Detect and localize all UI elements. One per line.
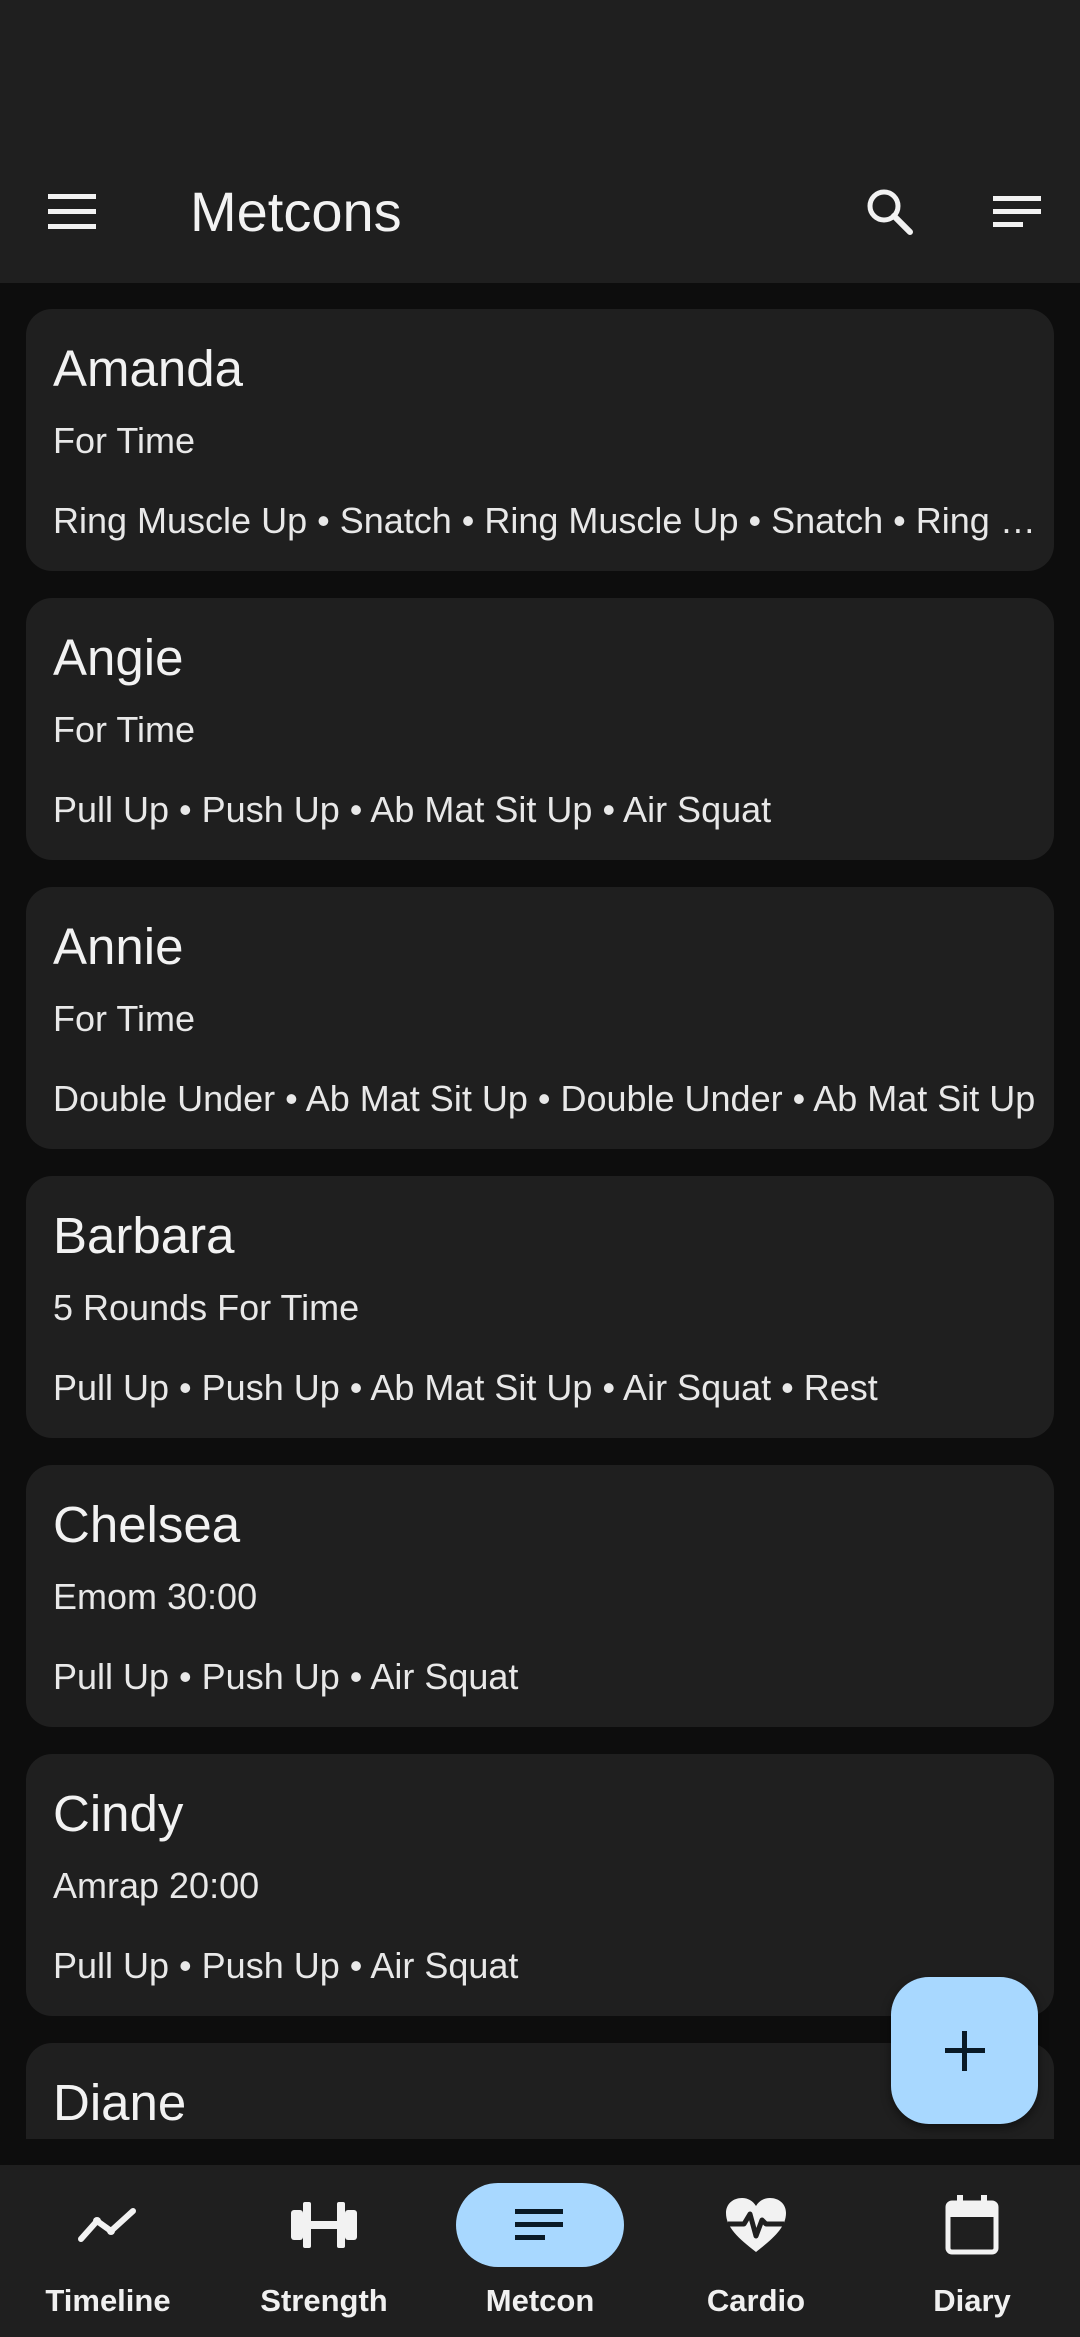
page-title: Metcons [190,180,402,243]
nav-icon-container [24,2183,192,2267]
metcon-name: Barbara [53,1207,235,1264]
search-icon [867,189,913,235]
metcon-card[interactable]: Barbara 5 Rounds For Time Pull Up • Push… [26,1176,1054,1438]
menu-icon [48,193,96,229]
nav-icon-container [888,2183,1056,2267]
metcon-card[interactable]: Amanda For Time Ring Muscle Up • Snatch … [26,309,1054,571]
menu-button[interactable] [19,140,129,283]
nav-item-cardio[interactable]: Cardio [648,2165,864,2337]
metcon-name: Cindy [53,1785,184,1842]
search-button[interactable] [835,140,945,283]
list-icon [515,2209,563,2240]
nav-label: Metcon [485,2283,595,2318]
metcon-type: 5 Rounds For Time [53,1287,360,1328]
metcon-card[interactable]: Annie For Time Double Under • Ab Mat Sit… [26,887,1054,1149]
metcon-movements: Pull Up • Push Up • Air Squat [53,1656,519,1697]
nav-item-strength[interactable]: Strength [216,2165,432,2337]
nav-label: Strength [260,2283,388,2318]
metcon-type: For Time [53,420,196,461]
nav-label: Diary [933,2283,1011,2318]
metcon-name: Chelsea [53,1496,241,1553]
status-bar [0,0,1080,140]
plus-icon [944,2030,985,2071]
metcon-movements: Ring Muscle Up • Snatch • Ring Muscle Up… [53,500,1051,541]
metcon-name: Angie [53,629,184,686]
bottom-navigation: Timeline Strength Metcon Cardio Diary [0,2165,1080,2337]
calendar-icon [945,2195,999,2255]
metcon-card[interactable]: Cindy Amrap 20:00 Pull Up • Push Up • Ai… [26,1754,1054,2016]
nav-item-diary[interactable]: Diary [864,2165,1080,2337]
metcon-movements: Pull Up • Push Up • Air Squat [53,1945,519,1986]
metcon-name: Annie [53,918,184,975]
nav-label: Timeline [45,2283,171,2318]
metcon-type: Amrap 20:00 [53,1865,260,1906]
metcon-list[interactable]: Amanda For Time Ring Muscle Up • Snatch … [26,309,1054,2139]
timeline-icon [78,2208,136,2242]
nav-item-metcon[interactable]: Metcon [432,2165,648,2337]
metcon-card[interactable]: Angie For Time Pull Up • Push Up • Ab Ma… [26,598,1054,860]
metcon-movements: Pull Up • Push Up • Ab Mat Sit Up • Air … [53,1367,878,1408]
app-bar: Metcons [0,140,1080,283]
nav-icon-container [456,2183,624,2267]
metcon-movements: Double Under • Ab Mat Sit Up • Double Un… [53,1078,1036,1119]
metcon-name: Amanda [53,340,243,397]
sort-icon [993,195,1041,227]
metcon-type: For Time [53,998,196,1039]
sort-button[interactable] [963,140,1073,283]
add-metcon-button[interactable] [891,1977,1038,2124]
nav-icon-container [240,2183,408,2267]
metcon-card[interactable]: Chelsea Emom 30:00 Pull Up • Push Up • A… [26,1465,1054,1727]
metcon-type: Emom 30:00 [53,1576,258,1617]
metcon-type: For Time [53,709,196,750]
nav-icon-container [672,2183,840,2267]
metcon-name: Diane [53,2074,187,2131]
heart-pulse-icon [726,2198,786,2252]
metcon-movements: Pull Up • Push Up • Ab Mat Sit Up • Air … [53,789,772,830]
dumbbell-icon [291,2202,357,2248]
nav-item-timeline[interactable]: Timeline [0,2165,216,2337]
nav-label: Cardio [706,2283,806,2318]
